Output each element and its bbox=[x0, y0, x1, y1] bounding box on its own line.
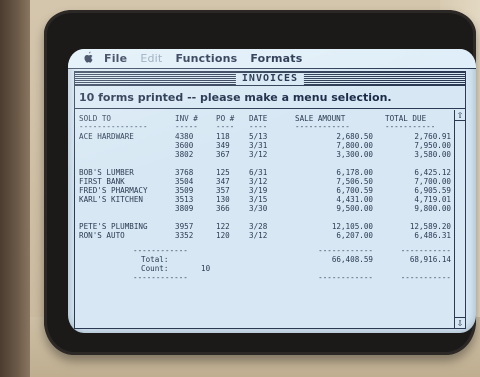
table-row[interactable]: 3802 367 3/12 3,300.00 3,580.00 bbox=[75, 150, 451, 160]
summary-rule-due-bottom: ----------- bbox=[400, 273, 451, 282]
vertical-scrollbar[interactable]: ⇧ ⇩ bbox=[454, 110, 465, 328]
background-left bbox=[0, 0, 30, 377]
cell-date: 3/30 bbox=[249, 204, 268, 213]
cell-sold-to: RON'S AUTO bbox=[79, 231, 125, 240]
rule-sale-amount: ------------ bbox=[295, 122, 350, 131]
scroll-down-arrow-icon[interactable]: ⇩ bbox=[455, 317, 465, 328]
menu-bar: File Edit Functions Formats bbox=[68, 49, 476, 69]
summary-rule-sale-bottom: ------------ bbox=[318, 273, 373, 282]
rule-date: ---- bbox=[249, 122, 268, 131]
menu-edit[interactable]: Edit bbox=[140, 52, 162, 65]
rule-po: ---- bbox=[216, 122, 235, 131]
table-row[interactable]: RON'S AUTO 3352 120 3/12 6,207.00 6,486.… bbox=[75, 231, 451, 241]
cell-date: 3/12 bbox=[249, 150, 268, 159]
cell-total-due: 6,486.31 bbox=[414, 231, 451, 240]
status-message: 10 forms printed -- please make a menu s… bbox=[75, 87, 465, 109]
scroll-up-arrow-icon[interactable]: ⇧ bbox=[455, 110, 465, 121]
count-value: 10 bbox=[201, 264, 211, 273]
invoice-table: SOLD TO INV # PO # DATE SALE AMOUNT TOTA… bbox=[75, 110, 455, 328]
cell-sale-amount: 9,500.00 bbox=[336, 204, 373, 213]
cell-po: 367 bbox=[216, 150, 230, 159]
cell-date: 3/12 bbox=[249, 231, 268, 240]
total-sale-amount: 66,408.59 bbox=[331, 255, 373, 264]
monitor-screen: File Edit Functions Formats INVOICES 10 … bbox=[68, 49, 476, 333]
cell-inv: 3809 bbox=[175, 204, 194, 213]
menu-functions[interactable]: Functions bbox=[175, 52, 237, 65]
menu-file[interactable]: File bbox=[104, 52, 127, 65]
cell-inv: 3352 bbox=[175, 231, 194, 240]
cell-total-due: 3,580.00 bbox=[414, 150, 451, 159]
invoices-window: INVOICES 10 forms printed -- please make… bbox=[74, 71, 466, 329]
summary-rule-bottom: ------------ ------------ ----------- bbox=[75, 273, 451, 283]
summary-rule-left-bottom: ------------ bbox=[133, 273, 188, 282]
table-row[interactable]: 3809 366 3/30 9,500.00 9,800.00 bbox=[75, 204, 451, 214]
cell-inv: 3802 bbox=[175, 150, 194, 159]
cell-sale-amount: 6,207.00 bbox=[336, 231, 373, 240]
rule-inv: ----- bbox=[175, 122, 198, 131]
rule-sold-to: --------------- bbox=[79, 122, 148, 131]
apple-menu-icon[interactable] bbox=[84, 51, 94, 66]
window-titlebar[interactable]: INVOICES bbox=[75, 72, 465, 86]
cell-po: 120 bbox=[216, 231, 230, 240]
table-header-rule: --------------- ----- ---- ---- --------… bbox=[75, 122, 435, 132]
total-due-amount: 68,916.14 bbox=[409, 255, 451, 264]
cell-total-due: 9,800.00 bbox=[414, 204, 451, 213]
rule-total-due: ----------- bbox=[385, 122, 436, 131]
menu-formats[interactable]: Formats bbox=[250, 52, 302, 65]
window-title: INVOICES bbox=[235, 73, 305, 85]
cell-sale-amount: 3,300.00 bbox=[336, 150, 373, 159]
cell-po: 366 bbox=[216, 204, 230, 213]
